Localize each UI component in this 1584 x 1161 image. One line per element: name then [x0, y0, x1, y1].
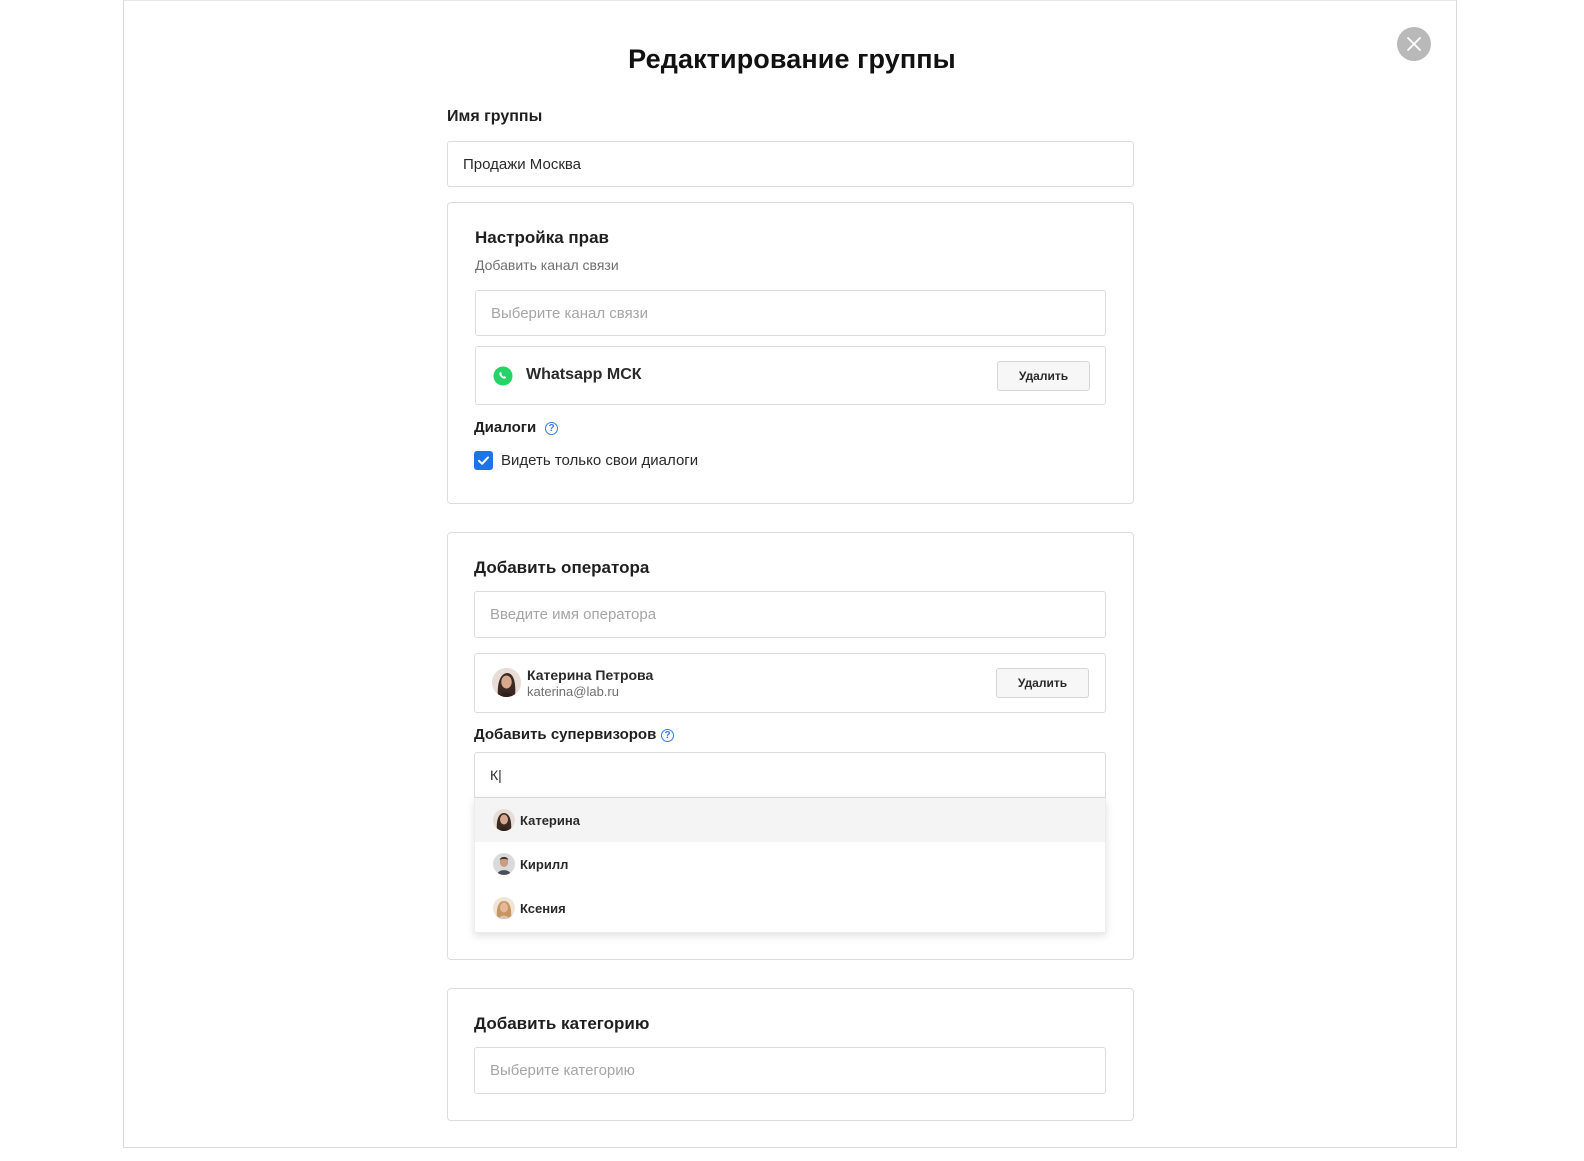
operator-search-placeholder: Введите имя оператора [490, 606, 657, 623]
delete-channel-button[interactable]: Удалить [997, 361, 1090, 391]
operator-title: Добавить оператора [474, 558, 650, 577]
suggestion-item[interactable]: Катерина [475, 798, 1105, 842]
supervisor-search-input[interactable]: К| [474, 752, 1106, 798]
avatar-female-icon [493, 897, 515, 919]
operator-row: Катерина Петрова katerina@lab.ru Удалить [474, 653, 1106, 713]
rights-title: Настройка прав [475, 228, 609, 247]
avatar-female-icon [493, 809, 515, 831]
dialogs-help-icon[interactable]: ? [545, 422, 558, 435]
avatar-male-icon [493, 853, 515, 875]
category-title: Добавить категорию [474, 1014, 650, 1033]
operator-search-input[interactable]: Введите имя оператора [474, 591, 1106, 638]
channel-select-placeholder: Выберите канал связи [491, 304, 648, 322]
avatar-female-icon [492, 668, 521, 697]
avatar [493, 809, 515, 831]
suggestion-name: Катерина [520, 812, 580, 828]
group-name-input[interactable]: Продажи Москва [447, 141, 1134, 187]
channel-row: Whatsapp МСК Удалить [475, 346, 1106, 405]
checkmark-icon [478, 456, 489, 465]
group-name-label: Имя группы [447, 108, 543, 125]
channel-name: Whatsapp МСК [526, 366, 642, 383]
supervisor-suggestions: Катерина Кирилл Ксения [474, 798, 1106, 933]
whatsapp-icon [493, 366, 513, 386]
dialogs-label: Диалоги [474, 419, 537, 436]
supervisors-label: Добавить супервизоров [474, 726, 657, 743]
operator-name: Катерина Петрова [527, 667, 654, 683]
suggestion-name: Ксения [520, 900, 566, 916]
modal-title: Редактирование группы [628, 44, 956, 74]
rights-subtitle: Добавить канал связи [475, 257, 619, 273]
suggestion-item[interactable]: Ксения [475, 886, 1105, 930]
channel-select[interactable]: Выберите канал связи [475, 290, 1106, 336]
supervisor-search-value: К| [490, 767, 502, 783]
category-select[interactable]: Выберите категорию [474, 1047, 1106, 1094]
avatar [492, 668, 521, 697]
suggestion-item[interactable]: Кирилл [475, 842, 1105, 886]
supervisors-help-icon[interactable]: ? [661, 729, 674, 742]
category-select-placeholder: Выберите категорию [490, 1062, 635, 1079]
group-name-value: Продажи Москва [463, 155, 582, 173]
only-own-dialogs-checkbox[interactable] [474, 451, 493, 470]
operator-email: katerina@lab.ru [527, 684, 619, 699]
avatar [493, 897, 515, 919]
avatar [493, 853, 515, 875]
delete-operator-button[interactable]: Удалить [996, 668, 1089, 698]
suggestion-name: Кирилл [520, 856, 569, 872]
only-own-dialogs-label[interactable]: Видеть только свои диалоги [501, 452, 698, 469]
